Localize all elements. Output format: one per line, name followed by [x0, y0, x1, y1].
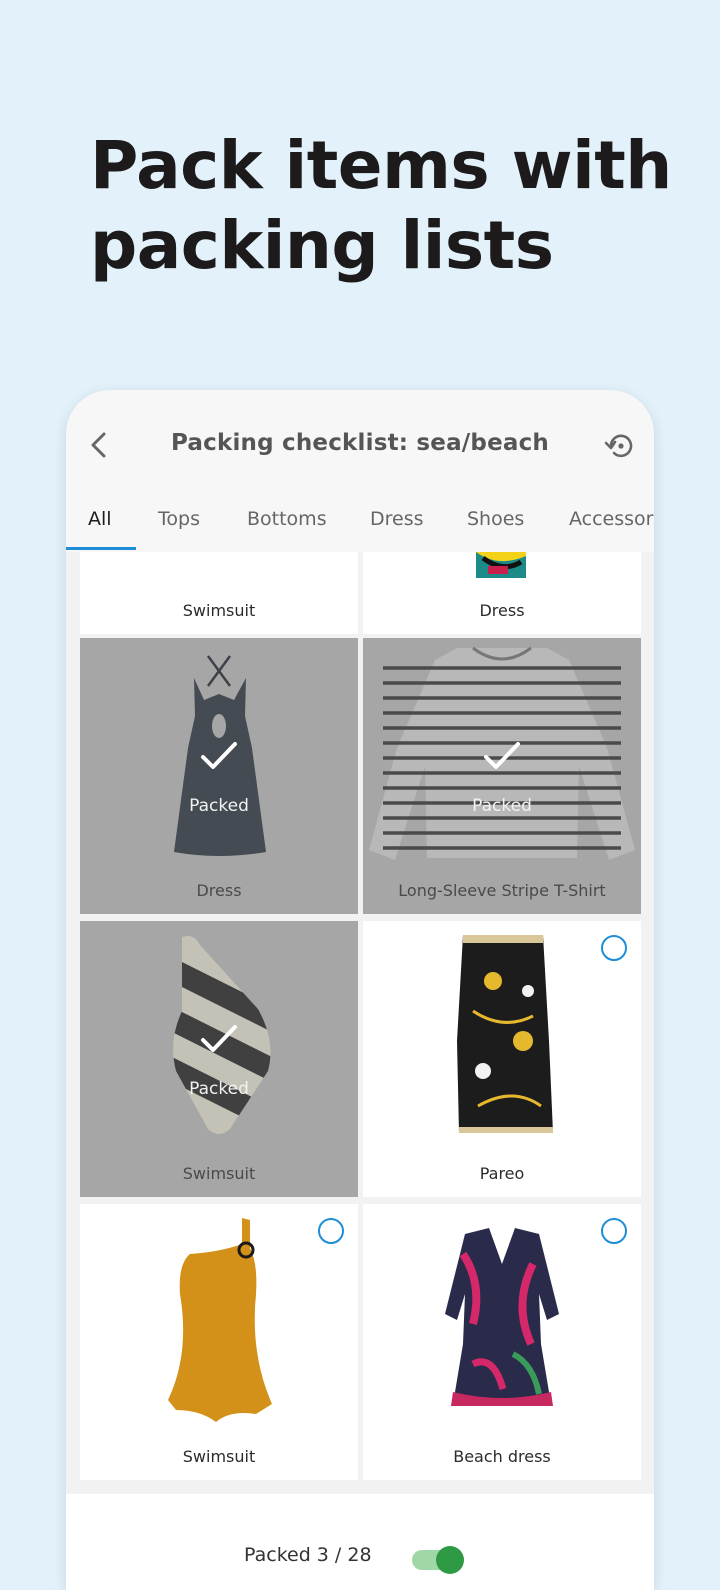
tab-all[interactable]: All: [88, 500, 112, 552]
packed-label: Packed: [189, 1079, 249, 1099]
item-card-packed[interactable]: Packed Swimsuit: [80, 921, 358, 1197]
app-bar: Packing checklist: sea/beach: [66, 390, 654, 500]
pack-checkbox[interactable]: [318, 1218, 344, 1244]
headline: Pack items with packing lists: [90, 127, 672, 284]
beach-dress-image: [445, 1228, 559, 1406]
pack-checkbox[interactable]: [601, 1218, 627, 1244]
packed-toggle[interactable]: [412, 1546, 464, 1574]
dress-image: [476, 552, 526, 578]
item-name: Swimsuit: [182, 1164, 256, 1183]
item-name: Swimsuit: [182, 601, 256, 620]
bottom-bar: Packed 3 / 28: [66, 1494, 654, 1590]
item-name: Beach dress: [453, 1447, 551, 1466]
packed-count: Packed 3 / 28: [244, 1544, 372, 1566]
item-name: Pareo: [479, 1164, 525, 1183]
item-card[interactable]: Dress: [363, 552, 641, 634]
item-card[interactable]: Swimsuit: [80, 552, 358, 634]
item-card[interactable]: Pareo: [363, 921, 641, 1197]
tab-tops[interactable]: Tops: [158, 500, 200, 552]
item-card-packed[interactable]: Packed Dress: [80, 638, 358, 914]
item-name: Dress: [479, 601, 525, 620]
item-name: Long-Sleeve Stripe T-Shirt: [398, 881, 606, 900]
history-icon[interactable]: [602, 428, 638, 464]
tab-accessories[interactable]: Accessor: [569, 500, 653, 552]
category-tabs: All Tops Bottoms Dress Shoes Accessor: [66, 500, 654, 552]
chevron-left-icon[interactable]: [82, 428, 116, 462]
active-tab-indicator: [66, 547, 136, 550]
packed-label: Packed: [189, 796, 249, 816]
tab-bottoms[interactable]: Bottoms: [247, 500, 327, 552]
check-icon: [201, 742, 237, 769]
item-card-packed[interactable]: Packed Long-Sleeve Stripe T-Shirt: [363, 638, 641, 914]
phone-frame: Packing checklist: sea/beach All Tops Bo…: [66, 390, 654, 1590]
tab-dress[interactable]: Dress: [370, 500, 424, 552]
item-name: Swimsuit: [182, 1447, 256, 1466]
check-icon: [484, 742, 520, 769]
pareo-image: [457, 935, 553, 1133]
item-card[interactable]: Beach dress: [363, 1204, 641, 1480]
packed-label: Packed: [472, 796, 532, 816]
tab-shoes[interactable]: Shoes: [467, 500, 524, 552]
item-grid: Swimsuit Dress Packed Dress Packed Long-…: [66, 552, 654, 1498]
item-name: Dress: [196, 881, 242, 900]
pack-checkbox[interactable]: [601, 935, 627, 961]
page-title: Packing checklist: sea/beach: [170, 430, 549, 456]
swimsuit-image: [168, 1218, 272, 1422]
toggle-knob: [436, 1546, 464, 1574]
item-card[interactable]: Swimsuit: [80, 1204, 358, 1480]
check-icon: [201, 1025, 237, 1052]
